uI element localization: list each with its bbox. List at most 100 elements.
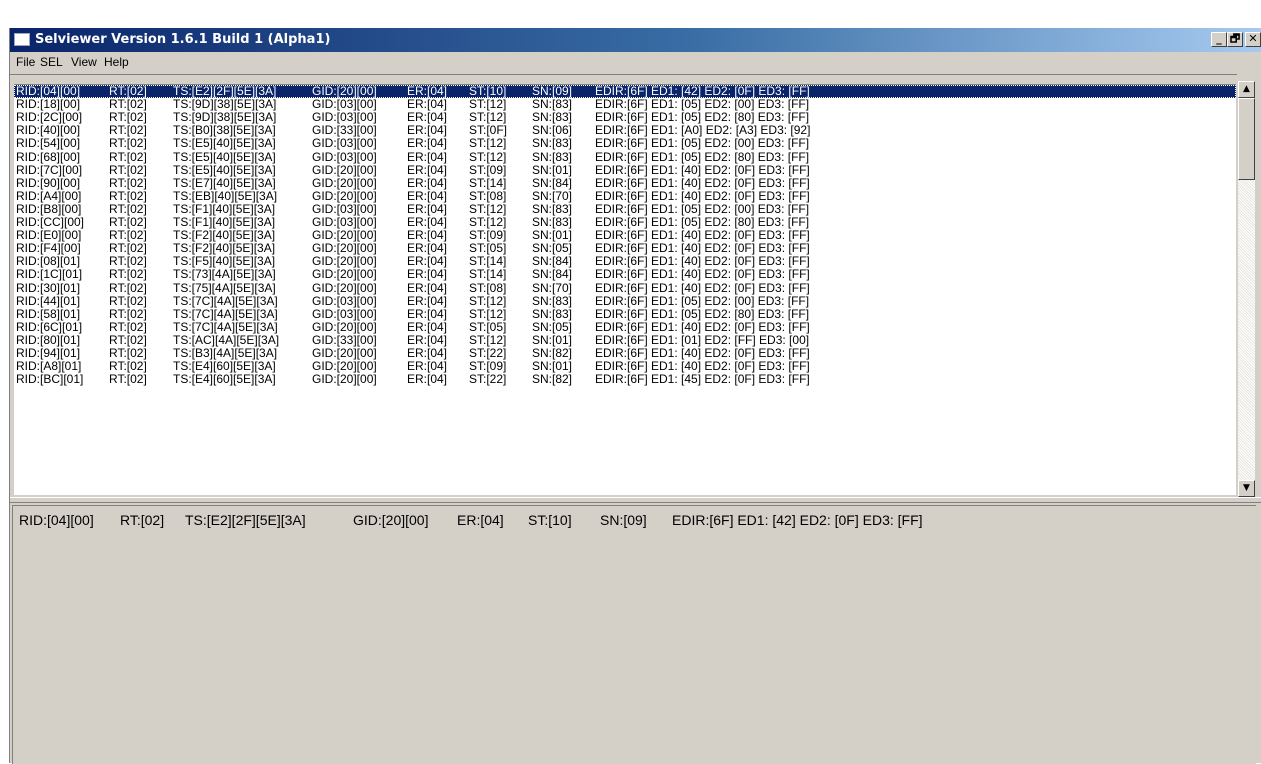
cell-edir: EDIR:[6F] ED1: [40] ED2: [0F] ED3: [FF] xyxy=(595,359,810,374)
cell-er: ER:[04] xyxy=(407,254,448,269)
cell-rt: RT:[02] xyxy=(109,319,147,334)
menu-sel[interactable]: SEL xyxy=(40,55,63,69)
table-row[interactable]: RID:[58][01] RT:[02] TS:[7C][4A][5E][3A] GI… xyxy=(14,306,1236,321)
menu-view[interactable]: View xyxy=(71,55,97,69)
cell-edir: EDIR:[6F] ED1: [40] ED2: [0F] ED3: [FF] xyxy=(595,319,810,334)
table-row[interactable]: RID:[80][01] RT:[02] TS:[AC][4A][5E][3A] GI… xyxy=(14,332,1236,347)
scroll-up-button[interactable]: ▲ xyxy=(1238,81,1255,98)
cell-rid: RID:[BC][01] xyxy=(16,372,84,387)
cell-sn: SN:[83] xyxy=(532,136,573,151)
cell-rt: RT:[02] xyxy=(109,306,147,321)
cell-gid: GID:[03][00] xyxy=(312,136,377,151)
cell-rid: RID:[58][01] xyxy=(16,306,81,321)
list-scrollbar[interactable]: ▲ ▼ xyxy=(1238,81,1255,497)
restore-button[interactable]: 🗗 xyxy=(1227,32,1243,47)
cell-sn: SN:[83] xyxy=(532,201,573,216)
table-row[interactable]: RID:[1C][01] RT:[02] TS:[73][4A][5E][3A] GI… xyxy=(14,268,1236,281)
cell-edir: EDIR:[6F] ED1: [40] ED2: [0F] ED3: [FF] xyxy=(595,188,810,203)
cell-rt: RT:[02] xyxy=(109,110,147,125)
cell-sn: SN:[83] xyxy=(532,149,573,164)
close-button[interactable]: ✕ xyxy=(1245,32,1261,47)
cell-sn: SN:[83] xyxy=(532,110,573,125)
cell-gid: GID:[03][00] xyxy=(312,293,377,308)
table-row[interactable]: RID:[68][00] RT:[02] TS:[E5][40][5E][3A] GI… xyxy=(14,149,1236,164)
cell-gid: GID:[20][00] xyxy=(312,241,377,256)
cell-rt: RT:[02] xyxy=(109,97,147,112)
table-row[interactable]: RID:[7C][00] RT:[02] TS:[E5][40][5E][3A] GI… xyxy=(14,162,1236,177)
menu-file[interactable]: File xyxy=(16,55,35,69)
window-title: Selviewer Version 1.6.1 Build 1 (Alpha1) xyxy=(35,32,331,47)
cell-er: ER:[04] xyxy=(407,293,448,308)
cell-st: ST:[09] xyxy=(469,228,507,243)
app-icon[interactable] xyxy=(14,33,30,46)
table-row[interactable]: RID:[90][00] RT:[02] TS:[E7][40][5E][3A] GI… xyxy=(14,175,1236,190)
cell-ts: TS:[E5][40][5E][3A] xyxy=(173,149,276,164)
cell-er: ER:[04] xyxy=(407,162,448,177)
table-row[interactable]: RID:[B8][00] RT:[02] TS:[F1][40][5E][3A] GI… xyxy=(14,201,1236,216)
cell-st: ST:[05] xyxy=(469,241,507,256)
cell-ts: TS:[F1][40][5E][3A] xyxy=(173,215,276,229)
cell-rid: RID:[68][00] xyxy=(16,149,81,164)
cell-rt: RT:[02] xyxy=(109,267,147,282)
table-row[interactable]: RID:[BC][01] RT:[02] TS:[E4][60][5E][3A] GI… xyxy=(14,373,1236,386)
table-row[interactable]: RID:[40][00] RT:[02] TS:[B0][38][5E][3A] GI… xyxy=(14,124,1236,137)
cell-edir: EDIR:[6F] ED1: [40] ED2: [0F] ED3: [FF] xyxy=(595,346,810,360)
scroll-thumb[interactable] xyxy=(1238,98,1255,180)
cell-rt: RT:[02] xyxy=(109,175,147,190)
table-row[interactable]: RID:[F4][00] RT:[02] TS:[F2][40][5E][3A] GI… xyxy=(14,242,1236,255)
cell-rid: RID:[08][01] xyxy=(16,254,81,269)
cell-st: ST:[10] xyxy=(469,84,507,98)
cell-st: ST:[05] xyxy=(469,319,507,334)
sel-record-list[interactable]: RID:[04][00] RT:[02] TS:[E2][2F][5E][3A] GI… xyxy=(14,81,1236,495)
cell-edir: EDIR:[6F] ED1: [05] ED2: [00] ED3: [FF] xyxy=(595,136,810,151)
cell-er: ER:[04] xyxy=(407,188,448,203)
cell-st: ST:[12] xyxy=(469,293,507,308)
cell-ts: TS:[E4][60][5E][3A] xyxy=(173,359,276,374)
minimize-button[interactable]: _ xyxy=(1211,32,1227,47)
cell-ts: TS:[75][4A][5E][3A] xyxy=(173,280,276,295)
cell-rt: RT:[02] xyxy=(109,359,147,374)
table-row[interactable]: RID:[18][00] RT:[02] TS:[9D][38][5E][3A] GI… xyxy=(14,98,1236,111)
table-row[interactable]: RID:[04][00] RT:[02] TS:[E2][2F][5E][3A] GI… xyxy=(14,85,1236,98)
cell-sn: SN:[83] xyxy=(532,293,573,308)
record-detail-panel: RID:[04][00] RT:[02] TS:[E2][2F][5E][3A]… xyxy=(12,505,1256,764)
pane-splitter[interactable] xyxy=(10,497,1261,503)
table-row[interactable]: RID:[08][01] RT:[02] TS:[F5][40][5E][3A] GI… xyxy=(14,255,1236,268)
cell-edir: EDIR:[6F] ED1: [05] ED2: [00] ED3: [FF] xyxy=(595,293,810,308)
table-row[interactable]: RID:[2C][00] RT:[02] TS:[9D][38][5E][3A] GI… xyxy=(14,111,1236,124)
table-row[interactable]: RID:[CC][00] RT:[02] TS:[F1][40][5E][3A] GI… xyxy=(14,216,1236,229)
cell-ts: TS:[E5][40][5E][3A] xyxy=(173,136,276,151)
detail-rid: RID:[04][00] xyxy=(19,512,94,528)
cell-gid: GID:[20][00] xyxy=(312,188,377,203)
cell-sn: SN:[70] xyxy=(532,188,573,203)
cell-sn: SN:[05] xyxy=(532,319,573,334)
table-row[interactable]: RID:[30][01] RT:[02] TS:[75][4A][5E][3A] GI… xyxy=(14,280,1236,295)
cell-st: ST:[22] xyxy=(469,346,507,360)
cell-er: ER:[04] xyxy=(407,97,448,112)
table-row[interactable]: RID:[54][00] RT:[02] TS:[E5][40][5E][3A] GI… xyxy=(14,137,1236,150)
cell-edir: EDIR:[6F] ED1: [40] ED2: [0F] ED3: [FF] xyxy=(595,241,810,256)
table-row[interactable]: RID:[A8][01] RT:[02] TS:[E4][60][5E][3A] GI… xyxy=(14,360,1236,373)
cell-edir: EDIR:[6F] ED1: [40] ED2: [0F] ED3: [FF] xyxy=(595,267,810,282)
cell-gid: GID:[20][00] xyxy=(312,254,377,269)
scroll-down-button[interactable]: ▼ xyxy=(1238,480,1255,497)
cell-rt: RT:[02] xyxy=(109,201,147,216)
cell-gid: GID:[20][00] xyxy=(312,228,377,243)
cell-rid: RID:[40][00] xyxy=(16,123,81,138)
cell-sn: SN:[84] xyxy=(532,267,573,282)
table-row[interactable]: RID:[6C][01] RT:[02] TS:[7C][4A][5E][3A] GI… xyxy=(14,319,1236,334)
table-row[interactable]: RID:[A4][00] RT:[02] TS:[EB][40][5E][3A] GI… xyxy=(14,188,1236,203)
menu-help[interactable]: Help xyxy=(104,55,129,69)
cell-sn: SN:[01] xyxy=(532,228,573,243)
cell-gid: GID:[20][00] xyxy=(312,84,377,98)
cell-sn: SN:[01] xyxy=(532,332,573,347)
cell-er: ER:[04] xyxy=(407,215,448,229)
cell-rid: RID:[54][00] xyxy=(16,136,81,151)
cell-rt: RT:[02] xyxy=(109,215,147,229)
cell-er: ER:[04] xyxy=(407,136,448,151)
cell-sn: SN:[01] xyxy=(532,359,573,374)
title-bar[interactable]: Selviewer Version 1.6.1 Build 1 (Alpha1)… xyxy=(10,28,1261,52)
table-row[interactable]: RID:[94][01] RT:[02] TS:[B3][4A][5E][3A] GI… xyxy=(14,347,1236,360)
table-row[interactable]: RID:[E0][00] RT:[02] TS:[F2][40][5E][3A] GI… xyxy=(14,229,1236,242)
table-row[interactable]: RID:[44][01] RT:[02] TS:[7C][4A][5E][3A] GI… xyxy=(14,293,1236,308)
